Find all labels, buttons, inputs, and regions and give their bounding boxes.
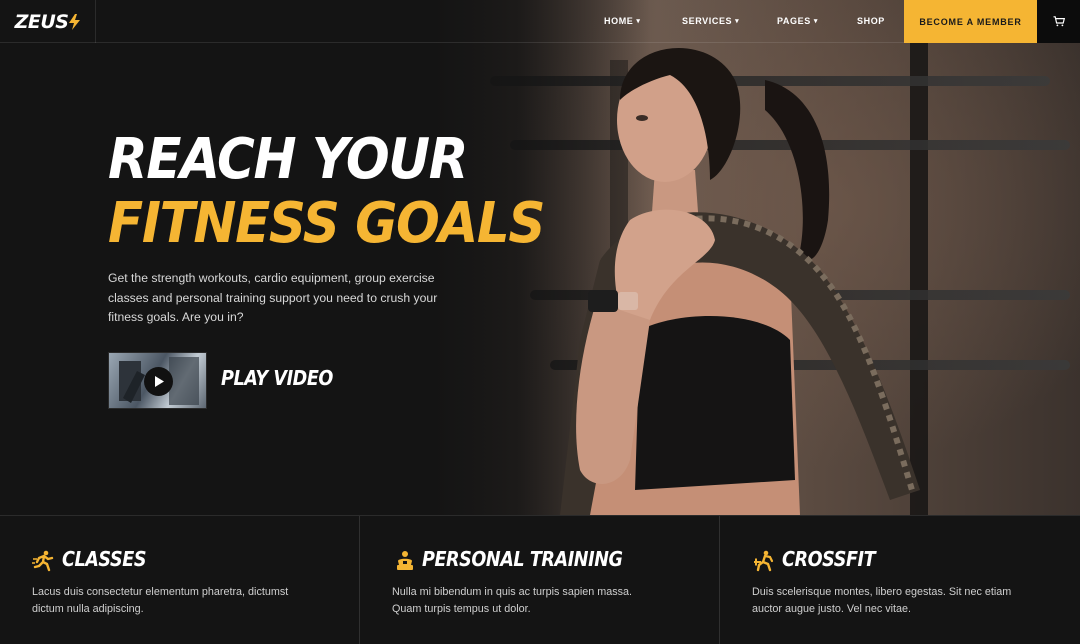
feature-title: CROSSFIT [782,547,876,571]
running-icon [32,550,54,572]
weightlifter-icon [754,550,774,572]
nav-services-label: SERVICES [682,16,733,26]
chevron-down-icon: ▾ [636,18,641,25]
feature-title: CLASSES [62,547,147,571]
hero-title-line2: FITNESS GOALS [108,191,545,256]
athlete-image [560,47,920,515]
cart-icon [1053,16,1065,27]
chevron-down-icon: ▾ [735,18,740,25]
trainer-icon [397,551,413,570]
nav-shop[interactable]: SHOP [857,16,885,26]
chevron-down-icon: ▾ [813,18,818,25]
logo[interactable]: ZEUS [15,11,81,33]
feature-personal-training: PERSONAL TRAINING Nulla mi bibendum in q… [360,516,720,644]
play-button[interactable] [144,367,173,396]
feature-classes: CLASSES Lacus duis consectetur elementum… [0,516,360,644]
hero-title: REACH YOUR FITNESS GOALS [108,127,545,256]
lightning-icon [69,13,81,30]
feature-crossfit: CROSSFIT Duis scelerisque montes, libero… [720,516,1080,644]
nav-home[interactable]: HOME ▾ [604,16,641,26]
nav-home-label: HOME [604,16,634,26]
feature-text: Duis scelerisque montes, libero egestas.… [752,586,1012,615]
play-icon [154,376,164,387]
play-video-link[interactable]: PLAY VIDEO [221,366,333,390]
video-thumbnail[interactable] [108,352,207,409]
nav-pages-label: PAGES [777,16,811,26]
logo-text: ZEUS [14,10,69,33]
logo-cell[interactable]: ZEUS [0,0,96,43]
nav-services[interactable]: SERVICES ▾ [682,16,739,26]
feature-text: Lacus duis consectetur elementum pharetr… [32,586,289,615]
hero-title-line1: REACH YOUR [108,127,468,192]
hero-section: REACH YOUR FITNESS GOALS Get the strengt… [0,0,1080,515]
feature-title: PERSONAL TRAINING [422,547,623,571]
site-header: ZEUS HOME ▾ SERVICES ▾ PAGES ▾ SHOP BECO… [0,0,1080,43]
features-section: CLASSES Lacus duis consectetur elementum… [0,515,1080,644]
feature-text: Nulla mi bibendum in quis ac turpis sapi… [392,586,633,615]
hero-description: Get the strength workouts, cardio equipm… [108,271,438,324]
nav-shop-label: SHOP [857,16,885,26]
become-member-button[interactable]: BECOME A MEMBER [904,0,1037,43]
nav-pages[interactable]: PAGES ▾ [777,16,818,26]
cart-button[interactable] [1037,0,1080,43]
